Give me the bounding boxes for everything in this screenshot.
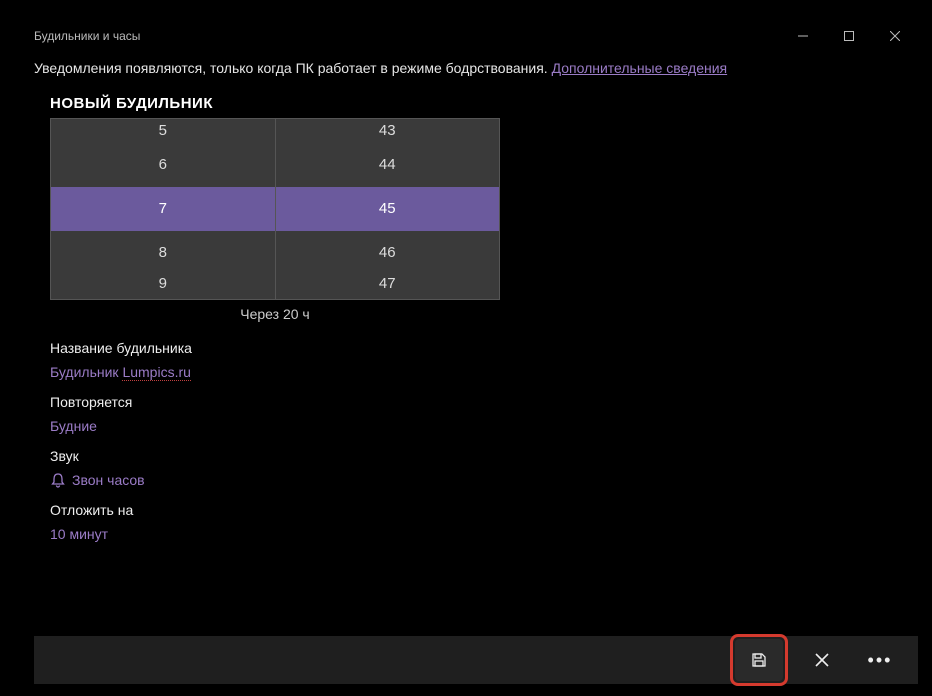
save-icon bbox=[750, 651, 768, 669]
minimize-icon bbox=[798, 31, 808, 41]
page-title: НОВЫЙ БУДИЛЬНИК bbox=[50, 95, 888, 112]
cancel-button[interactable] bbox=[798, 639, 846, 681]
repeat-label: Повторяется bbox=[50, 394, 888, 410]
hours-column[interactable]: 5 6 7 8 9 bbox=[51, 119, 276, 299]
alarm-name-label: Название будильника bbox=[50, 340, 888, 356]
save-button-highlight bbox=[730, 634, 788, 686]
more-button[interactable]: ••• bbox=[856, 639, 904, 681]
sound-label: Звук bbox=[50, 448, 888, 464]
snooze-value[interactable]: 10 минут bbox=[50, 526, 888, 542]
title-bar: Будильники и часы bbox=[20, 20, 918, 52]
hour-option[interactable]: 6 bbox=[51, 143, 275, 187]
hour-option[interactable]: 8 bbox=[51, 231, 275, 275]
hour-selected[interactable]: 7 bbox=[51, 187, 275, 231]
minute-option[interactable]: 46 bbox=[276, 231, 500, 275]
snooze-label: Отложить на bbox=[50, 502, 888, 518]
notification-link[interactable]: Дополнительные сведения bbox=[552, 60, 728, 76]
close-icon bbox=[890, 31, 900, 41]
minute-option[interactable]: 44 bbox=[276, 143, 500, 187]
maximize-button[interactable] bbox=[826, 20, 872, 52]
bell-icon bbox=[50, 472, 66, 488]
window-controls bbox=[780, 20, 918, 52]
close-window-button[interactable] bbox=[872, 20, 918, 52]
save-button[interactable] bbox=[735, 639, 783, 681]
more-icon: ••• bbox=[868, 650, 893, 671]
app-window: Будильники и часы Уведомления появляются… bbox=[20, 20, 918, 684]
main-content: НОВЫЙ БУДИЛЬНИК 5 6 7 8 9 43 44 45 46 47… bbox=[20, 95, 918, 542]
window-title: Будильники и часы bbox=[34, 29, 780, 43]
close-icon bbox=[813, 651, 831, 669]
app-bar: ••• bbox=[34, 636, 918, 684]
time-until-note: Через 20 ч bbox=[50, 306, 500, 322]
notification-banner: Уведомления появляются, только когда ПК … bbox=[20, 52, 918, 89]
hour-option[interactable]: 5 bbox=[51, 119, 275, 143]
sound-value[interactable]: Звон часов bbox=[50, 472, 888, 488]
alarm-name-spellcheck: Lumpics.ru bbox=[122, 364, 190, 381]
hour-option[interactable]: 9 bbox=[51, 275, 275, 299]
notification-text: Уведомления появляются, только когда ПК … bbox=[34, 60, 552, 76]
minute-option[interactable]: 47 bbox=[276, 275, 500, 299]
sound-value-text: Звон часов bbox=[72, 472, 145, 488]
time-picker[interactable]: 5 6 7 8 9 43 44 45 46 47 bbox=[50, 118, 500, 300]
alarm-name-prefix: Будильник bbox=[50, 364, 122, 380]
maximize-icon bbox=[844, 31, 854, 41]
minimize-button[interactable] bbox=[780, 20, 826, 52]
minutes-column[interactable]: 43 44 45 46 47 bbox=[276, 119, 500, 299]
minute-selected[interactable]: 45 bbox=[276, 187, 500, 231]
minute-option[interactable]: 43 bbox=[276, 119, 500, 143]
alarm-name-value[interactable]: Будильник Lumpics.ru bbox=[50, 364, 888, 380]
repeat-value[interactable]: Будние bbox=[50, 418, 888, 434]
